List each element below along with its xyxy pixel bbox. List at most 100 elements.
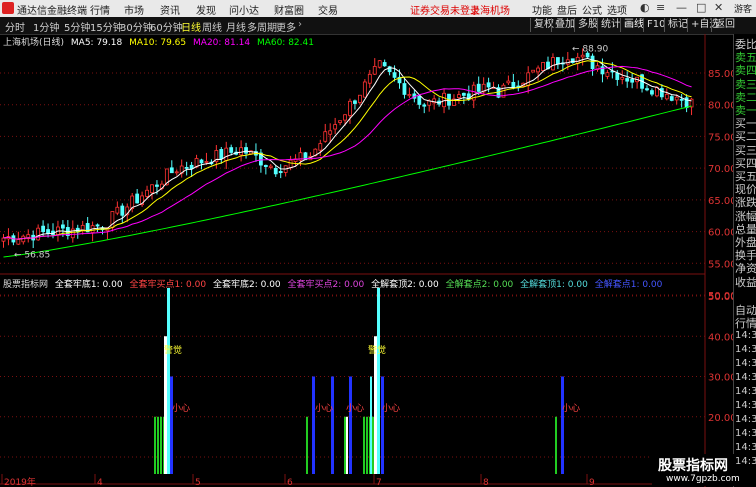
back-button[interactable]: 返回 bbox=[711, 18, 738, 32]
quote-side-panel[interactable]: 委比 卖五 卖四 卖三 卖二 卖一 买一 买二 买三 买四 买五 现价 涨跌 涨幅 总量 外盘 换手 净资 收益 自动… bbox=[733, 34, 756, 487]
menu-formula[interactable]: 公式 bbox=[582, 2, 602, 17]
indicator-value-1: 全套牢底1: 0.00 bbox=[54, 280, 123, 290]
indicator-name[interactable]: 股票指标网 bbox=[3, 280, 48, 290]
candle-body bbox=[620, 77, 625, 80]
watermark-title: 股票指标网 bbox=[658, 458, 728, 474]
tick-time: 14:30 bbox=[735, 358, 756, 369]
candle-body bbox=[318, 143, 323, 151]
tick-time: 14:31 bbox=[735, 386, 756, 397]
period-60min[interactable]: 60分钟 bbox=[150, 19, 183, 34]
indicator-value-6: 全解套点2: 0.00 bbox=[445, 280, 514, 290]
indicator-bar bbox=[555, 416, 557, 474]
stock-chart[interactable]: 小心 小心 小心 小心 小心 警觉 警觉 85.00 80.00 75.00 70.00 65.00… bbox=[0, 34, 733, 487]
candle-body bbox=[556, 57, 560, 65]
period-multi[interactable]: 多周期 bbox=[247, 19, 277, 34]
indicator-bar bbox=[160, 416, 162, 474]
indicator-bar bbox=[168, 408, 170, 474]
skin-icon[interactable]: ◐ bbox=[640, 1, 650, 14]
candle-body bbox=[417, 95, 422, 105]
candle-body bbox=[353, 100, 357, 104]
indicator-bar bbox=[363, 416, 365, 474]
menu-function[interactable]: 功能 bbox=[532, 2, 552, 17]
candle-body bbox=[278, 171, 283, 174]
stock-name-period: 上海机场(日线) bbox=[3, 38, 65, 48]
menu-ask[interactable]: 问小达 bbox=[229, 2, 259, 17]
period-daily[interactable]: 日线 bbox=[181, 19, 201, 34]
menu-discover[interactable]: 发现 bbox=[196, 2, 216, 17]
candle-body bbox=[189, 164, 194, 169]
period-5min[interactable]: 5分钟 bbox=[64, 19, 90, 34]
candle-body bbox=[456, 94, 461, 99]
candle-body bbox=[239, 147, 244, 156]
indicator-bar bbox=[164, 336, 167, 474]
candle-body bbox=[506, 80, 511, 84]
menu-wealth[interactable]: 财富圈 bbox=[274, 2, 304, 17]
ma60-value: MA60: 82.41 bbox=[256, 38, 314, 48]
candle-body bbox=[679, 98, 684, 101]
ma5-value: MA5: 79.18 bbox=[70, 38, 123, 48]
ma20-value: MA20: 81.14 bbox=[193, 38, 251, 48]
indicator-axis-label: 20.00 bbox=[708, 413, 733, 424]
warn-label: 小心 bbox=[346, 403, 364, 414]
indicator-bar bbox=[381, 376, 384, 474]
candle-body bbox=[367, 73, 372, 84]
indicator-bar bbox=[366, 416, 368, 474]
period-monthly[interactable]: 月线 bbox=[226, 19, 246, 34]
menu-quotes[interactable]: 行情 bbox=[90, 2, 110, 17]
indicator-bar bbox=[306, 416, 308, 474]
period-tick[interactable]: 分时 bbox=[5, 19, 25, 34]
candle-body bbox=[372, 66, 377, 75]
candle-body bbox=[511, 81, 516, 88]
price-axis-label: 85.00 bbox=[708, 69, 733, 80]
candle-body bbox=[199, 159, 204, 164]
menu-news[interactable]: 资讯 bbox=[160, 2, 180, 17]
candle-body bbox=[46, 229, 50, 234]
indicator-legend: 股票指标网 全套牢底1: 0.00 全套牢买点1: 0.00 全套牢底2: 0.… bbox=[3, 277, 666, 290]
warn-label: 小心 bbox=[382, 403, 400, 414]
maximize-icon[interactable]: □ bbox=[696, 1, 706, 14]
indicator-value-8: 全解套点1: 0.00 bbox=[594, 280, 663, 290]
menu-market[interactable]: 市场 bbox=[124, 2, 144, 17]
menu-afterhours[interactable]: 盘后 bbox=[557, 2, 577, 17]
close-icon[interactable]: ✕ bbox=[714, 1, 723, 14]
more-chevron-icon[interactable]: › bbox=[298, 19, 302, 30]
candle-body bbox=[36, 227, 41, 241]
candle-body bbox=[442, 92, 446, 108]
candle-body bbox=[357, 94, 362, 103]
minimize-icon[interactable]: — bbox=[676, 1, 687, 14]
price-axis-label: 70.00 bbox=[708, 164, 733, 175]
period-more[interactable]: 更多 bbox=[276, 19, 296, 34]
period-1min[interactable]: 1分钟 bbox=[33, 19, 59, 34]
candle-body bbox=[402, 83, 407, 95]
menu-trade[interactable]: 交易 bbox=[318, 2, 338, 17]
ma60-line bbox=[3, 105, 692, 258]
tick-time: 14:31 bbox=[735, 400, 756, 411]
menu-options[interactable]: 选项 bbox=[607, 2, 627, 17]
candle-body bbox=[150, 184, 154, 194]
candle-body bbox=[244, 147, 248, 154]
top-warning-label: 警觉 bbox=[368, 344, 386, 356]
ma5-line bbox=[3, 57, 692, 240]
app-title: 通达信金融终端 bbox=[17, 6, 87, 17]
price-axis-label: 75.00 bbox=[708, 132, 733, 143]
indicator-value-3: 全套牢底2: 0.00 bbox=[212, 280, 281, 290]
candle-body bbox=[362, 81, 367, 98]
main-legend: 上海机场(日线) MA5: 79.18 MA10: 79.65 MA20: 81… bbox=[3, 35, 318, 48]
period-30min[interactable]: 30分钟 bbox=[120, 19, 153, 34]
period-15min[interactable]: 15分钟 bbox=[90, 19, 123, 34]
watermark-url: www.7gpzb.com bbox=[666, 474, 740, 484]
price-axis-label: 80.00 bbox=[708, 101, 733, 112]
time-axis-label: 9 bbox=[589, 478, 595, 487]
menu-icon[interactable]: ≡ bbox=[656, 1, 665, 14]
candle-body bbox=[615, 72, 620, 80]
indicator-bar bbox=[331, 376, 334, 474]
guest-label[interactable]: 游客 bbox=[734, 2, 752, 15]
candle-body bbox=[145, 189, 149, 197]
period-weekly[interactable]: 周线 bbox=[202, 19, 222, 34]
price-axis-label: 65.00 bbox=[708, 196, 733, 207]
candle-body bbox=[348, 100, 352, 116]
candle-body bbox=[155, 184, 159, 187]
tick-panel-label[interactable]: 行情 bbox=[735, 315, 756, 331]
indicator-value-5: 全解套顶2: 0.00 bbox=[371, 280, 439, 290]
indicator-bar bbox=[154, 416, 156, 474]
